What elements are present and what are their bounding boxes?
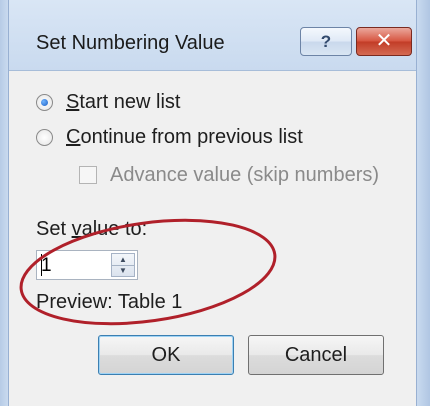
continue-list-radio[interactable] bbox=[36, 128, 53, 146]
advance-value-option: Advance value (skip numbers) bbox=[79, 163, 379, 187]
continue-list-option[interactable]: Continue from previous list bbox=[36, 125, 303, 149]
text-cursor bbox=[41, 254, 42, 276]
window-frame-left bbox=[0, 0, 9, 406]
advance-value-checkbox bbox=[79, 166, 97, 184]
start-new-list-label[interactable]: Start new list bbox=[66, 91, 181, 114]
help-button[interactable]: ? bbox=[300, 27, 352, 56]
advance-value-label: Advance value (skip numbers) bbox=[110, 163, 380, 186]
spin-buttons[interactable]: ▲ ▼ bbox=[111, 253, 135, 277]
close-button[interactable]: ✕ bbox=[356, 27, 412, 56]
ok-button[interactable]: OK bbox=[98, 335, 234, 375]
question-mark-icon: ? bbox=[320, 32, 332, 51]
spin-down-icon[interactable]: ▼ bbox=[112, 265, 134, 276]
set-value-label: Set value to: bbox=[36, 218, 148, 240]
dialog-title: Set Numbering Value bbox=[36, 32, 225, 54]
preview-text: Preview: Table 1 bbox=[36, 291, 183, 313]
continue-list-label[interactable]: Continue from previous list bbox=[66, 126, 303, 149]
start-new-list-option[interactable]: Start new list bbox=[36, 90, 181, 114]
window-frame-right bbox=[416, 0, 430, 406]
start-new-list-radio[interactable] bbox=[36, 93, 53, 111]
set-value-spinbox[interactable]: 1 ▲ ▼ bbox=[36, 250, 138, 280]
cancel-button[interactable]: Cancel bbox=[248, 335, 384, 375]
close-icon: ✕ bbox=[375, 30, 393, 52]
set-value-input[interactable]: 1 bbox=[41, 255, 52, 277]
